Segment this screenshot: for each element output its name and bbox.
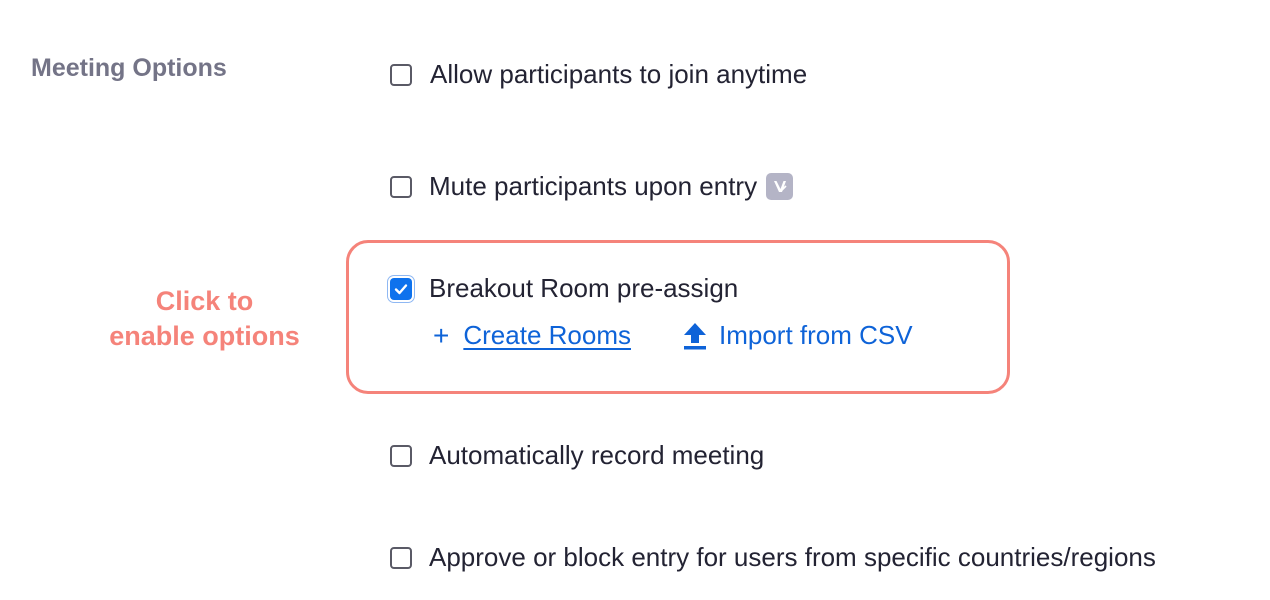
auto-record-checkbox[interactable] bbox=[390, 444, 412, 467]
mute-upon-entry-checkbox[interactable] bbox=[390, 175, 412, 198]
option-allow-join-anytime[interactable]: Allow participants to join anytime bbox=[390, 59, 807, 90]
v-badge-icon bbox=[766, 173, 794, 200]
create-rooms-label: Create Rooms bbox=[463, 320, 631, 350]
option-breakout-pre-assign[interactable]: Breakout Room pre-assign bbox=[390, 273, 738, 304]
import-csv-label: Import from CSV bbox=[718, 320, 913, 350]
import-csv-link[interactable]: Import from CSV bbox=[683, 320, 913, 351]
option-label: Breakout Room pre-assign bbox=[429, 273, 739, 303]
option-label: Mute participants upon entry bbox=[429, 171, 758, 201]
annotation-highlight-box bbox=[346, 240, 1010, 394]
checkmark-icon bbox=[394, 283, 408, 294]
allow-join-anytime-checkbox[interactable] bbox=[390, 63, 412, 86]
meeting-options-label: Meeting Options bbox=[31, 54, 227, 82]
option-label: Allow participants to join anytime bbox=[430, 59, 808, 89]
option-mute-upon-entry[interactable]: Mute participants upon entry bbox=[390, 171, 794, 202]
approve-block-countries-checkbox[interactable] bbox=[390, 546, 412, 569]
annotation-line-2: enable options bbox=[109, 321, 300, 351]
option-label: Automatically record meeting bbox=[429, 440, 765, 470]
option-auto-record[interactable]: Automatically record meeting bbox=[390, 440, 764, 471]
upload-icon bbox=[683, 322, 707, 350]
plus-icon: + bbox=[433, 319, 450, 351]
annotation-line-1: Click to bbox=[155, 286, 254, 316]
option-approve-block-countries[interactable]: Approve or block entry for users from sp… bbox=[390, 542, 1156, 573]
breakout-pre-assign-checkbox[interactable] bbox=[390, 277, 412, 300]
option-label: Approve or block entry for users from sp… bbox=[429, 542, 1156, 572]
annotation-text: Click to enable options bbox=[97, 284, 312, 354]
create-rooms-link[interactable]: + Create Rooms bbox=[433, 320, 631, 351]
breakout-actions: + Create Rooms Import from CSV bbox=[433, 320, 913, 351]
